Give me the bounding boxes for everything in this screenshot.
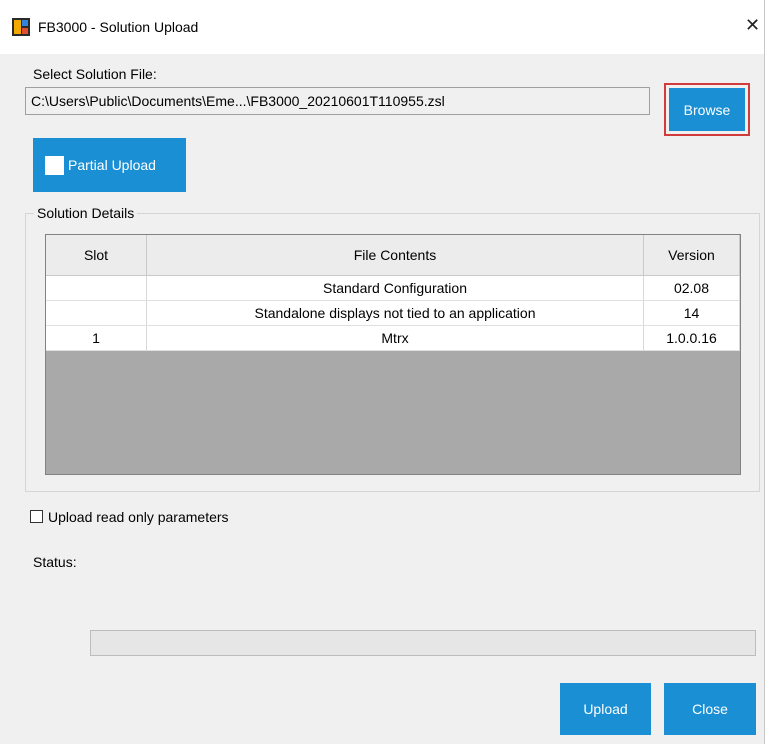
- slot-cell: [46, 300, 147, 326]
- upload-button[interactable]: Upload: [560, 683, 651, 735]
- version-cell: 14: [643, 300, 740, 326]
- table-row[interactable]: Standard Configuration 02.08: [46, 275, 740, 301]
- version-cell: 02.08: [643, 275, 740, 301]
- column-header-slot[interactable]: Slot: [46, 235, 147, 276]
- slot-cell: 1: [46, 325, 147, 351]
- solution-details-grid[interactable]: Slot File Contents Version Standard Conf…: [45, 234, 741, 475]
- browse-highlight: Browse: [664, 83, 750, 136]
- file-contents-cell: Standard Configuration: [146, 275, 644, 301]
- solution-file-path-field[interactable]: C:\Users\Public\Documents\Eme...\FB3000_…: [25, 87, 650, 115]
- close-icon[interactable]: ✕: [745, 15, 760, 36]
- file-contents-cell: Mtrx: [146, 325, 644, 351]
- browse-button[interactable]: Browse: [669, 88, 745, 131]
- fb3000-app-icon: [12, 18, 30, 36]
- upload-read-only-label[interactable]: Upload read only parameters: [48, 509, 229, 525]
- upload-read-only-checkbox[interactable]: [30, 510, 43, 523]
- version-cell: 1.0.0.16: [643, 325, 740, 351]
- column-header-version[interactable]: Version: [643, 235, 740, 276]
- column-header-file-contents[interactable]: File Contents: [146, 235, 644, 276]
- close-button[interactable]: Close: [664, 683, 756, 735]
- partial-upload-label: Partial Upload: [68, 157, 156, 173]
- solution-details-legend: Solution Details: [34, 205, 138, 221]
- select-solution-file-label: Select Solution File:: [33, 66, 157, 82]
- status-label: Status:: [33, 554, 77, 570]
- slot-cell: [46, 275, 147, 301]
- partial-upload-button[interactable]: Partial Upload: [33, 138, 186, 192]
- table-row[interactable]: 1 Mtrx 1.0.0.16: [46, 325, 740, 351]
- upload-progress-bar: [90, 630, 756, 656]
- file-contents-cell: Standalone displays not tied to an appli…: [146, 300, 644, 326]
- title-bar: FB3000 - Solution Upload ✕: [0, 0, 765, 54]
- table-row[interactable]: Standalone displays not tied to an appli…: [46, 300, 740, 326]
- partial-upload-checkbox-icon: [45, 155, 64, 175]
- window-title: FB3000 - Solution Upload: [38, 19, 199, 35]
